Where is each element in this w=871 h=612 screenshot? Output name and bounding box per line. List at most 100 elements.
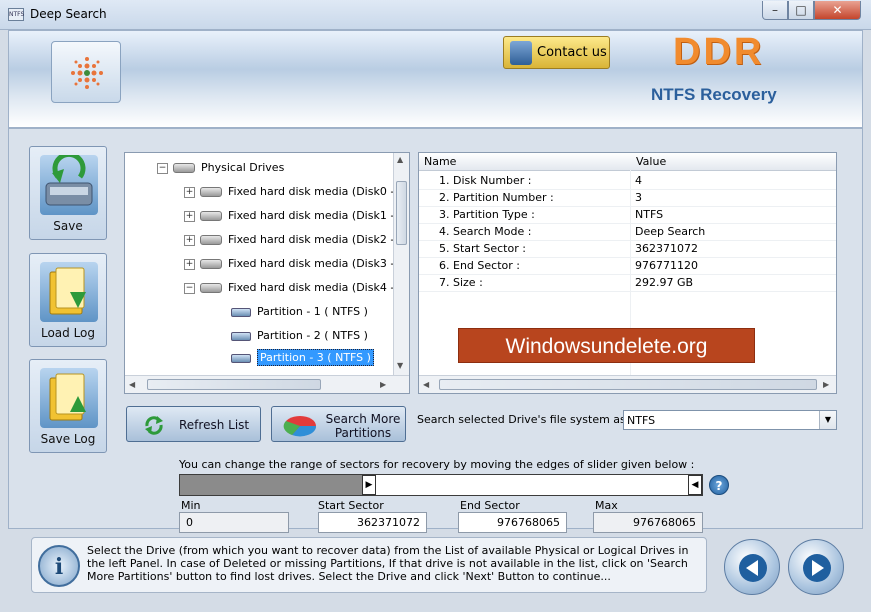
close-button[interactable]: ✕ (814, 1, 861, 20)
end-sector-field[interactable]: 976768065 (458, 512, 567, 533)
refresh-list-label: Refresh List (179, 418, 250, 432)
slider-end-handle[interactable]: ◀ (688, 475, 702, 495)
next-button[interactable] (788, 539, 844, 595)
save-label: Save (53, 219, 83, 233)
min-label: Min (181, 499, 201, 512)
tree-item-disk3[interactable]: + Fixed hard disk media (Disk3 - 931 (184, 257, 409, 270)
refresh-icon (145, 416, 163, 435)
filesystem-label: Search selected Drive's file system as: (417, 413, 630, 426)
folder-load-icon (40, 262, 98, 322)
search-more-partitions-button[interactable]: Search More Partitions (271, 406, 406, 442)
next-arrow-icon (803, 554, 831, 582)
scroll-thumb[interactable] (147, 379, 321, 390)
tree-horizontal-scrollbar[interactable]: ◀ ▶ (125, 375, 409, 393)
search-more-label-1: Search More (325, 412, 401, 426)
watermark-banner: Windowsundelete.org (458, 328, 755, 363)
scroll-down-icon[interactable]: ▼ (397, 361, 403, 370)
app-icon: NTFS (8, 8, 24, 21)
person-icon (510, 41, 532, 65)
tree-vertical-scrollbar[interactable]: ▲ ▼ (393, 153, 409, 375)
header-banner: Contact us DDR NTFS Recovery (8, 30, 863, 128)
selected-partition-label: Partition - 3 ( NTFS ) (257, 349, 374, 366)
tree-item-partition-2[interactable]: Partition - 2 ( NTFS ) (231, 329, 368, 342)
hard-disk-icon (200, 235, 222, 245)
table-row: 4. Search Mode : Deep Search (419, 223, 836, 241)
app-logo (51, 41, 121, 103)
brand-logo-text: DDR (673, 31, 765, 73)
minimize-button[interactable]: – (762, 1, 788, 20)
expand-icon[interactable]: + (184, 211, 195, 222)
scroll-left-icon[interactable]: ◀ (129, 380, 135, 389)
tree-root-physical-drives[interactable]: − Physical Drives (157, 161, 284, 174)
filesystem-select[interactable]: NTFS ▼ (623, 410, 837, 430)
hard-disk-icon (200, 283, 222, 293)
tree-item-disk0[interactable]: + Fixed hard disk media (Disk0 - 1.8 (184, 185, 409, 198)
scroll-thumb[interactable] (396, 181, 407, 245)
drives-icon (173, 163, 195, 173)
refresh-list-button[interactable]: Refresh List (126, 406, 261, 442)
drive-tree[interactable]: − Physical Drives + Fixed hard disk medi… (124, 152, 410, 394)
partition-icon (231, 353, 251, 363)
tree-item-partition-3[interactable]: Partition - 3 ( NTFS ) (231, 349, 374, 366)
column-header-name[interactable]: Name (419, 153, 637, 171)
partition-icon (231, 331, 251, 341)
title-bar (0, 0, 871, 30)
hard-disk-icon (200, 259, 222, 269)
tree-item-disk1[interactable]: + Fixed hard disk media (Disk1 - 931 (184, 209, 409, 222)
expand-icon[interactable]: + (184, 259, 195, 270)
hard-disk-icon (200, 211, 222, 221)
min-field: 0 (179, 512, 289, 533)
table-row: 5. Start Sector :362371072 (419, 240, 836, 258)
save-log-button[interactable]: Save Log (29, 359, 107, 453)
save-button[interactable]: Save (29, 146, 107, 240)
back-button[interactable] (724, 539, 780, 595)
contact-us-button[interactable]: Contact us (503, 36, 610, 69)
scroll-left-icon[interactable]: ◀ (423, 380, 429, 389)
expand-icon[interactable]: + (184, 235, 195, 246)
window-title: Deep Search (30, 7, 107, 21)
range-instruction: You can change the range of sectors for … (179, 458, 695, 471)
tree-item-disk4[interactable]: − Fixed hard disk media (Disk4 - 465 (184, 281, 409, 294)
details-horizontal-scrollbar[interactable]: ◀ ▶ (419, 375, 836, 393)
slider-excluded-range (180, 475, 362, 495)
slider-start-handle[interactable]: ▶ (362, 475, 376, 495)
folder-save-icon (40, 368, 98, 428)
scroll-thumb[interactable] (439, 379, 817, 390)
column-header-value[interactable]: Value (631, 153, 836, 171)
search-more-label-2: Partitions (334, 426, 392, 440)
load-log-button[interactable]: Load Log (29, 253, 107, 347)
table-row: 3. Partition Type : NTFS (419, 206, 836, 224)
end-sector-label: End Sector (460, 499, 520, 512)
tree-item-disk2[interactable]: + Fixed hard disk media (Disk2 - 2.7 (184, 233, 409, 246)
pie-chart-icon (283, 416, 317, 437)
disk-save-icon (40, 151, 98, 215)
filesystem-value: NTFS (627, 414, 656, 427)
logo-icon (71, 57, 103, 89)
collapse-icon[interactable]: − (157, 163, 168, 174)
start-sector-field[interactable]: 362371072 (318, 512, 427, 533)
product-name: NTFS Recovery (651, 85, 777, 104)
chevron-down-icon[interactable]: ▼ (819, 411, 836, 429)
partition-icon (231, 307, 251, 317)
expand-icon[interactable]: + (184, 187, 195, 198)
contact-us-label: Contact us (537, 45, 607, 60)
table-row: 6. End Sector :976771120 (419, 257, 836, 275)
table-row: 7. Size :292.97 GB (419, 274, 836, 292)
max-label: Max (595, 499, 618, 512)
load-log-label: Load Log (40, 326, 96, 340)
info-text: Select the Drive (from which you want to… (87, 544, 689, 583)
table-row: 1. Disk Number :4 (419, 172, 836, 190)
help-icon[interactable]: ? (709, 475, 729, 495)
scroll-up-icon[interactable]: ▲ (397, 155, 403, 164)
maximize-button[interactable]: □ (788, 1, 814, 20)
start-sector-label: Start Sector (318, 499, 384, 512)
scroll-right-icon[interactable]: ▶ (380, 380, 386, 389)
max-field: 976768065 (593, 512, 703, 533)
save-log-label: Save Log (40, 432, 96, 446)
info-icon: i (38, 545, 80, 587)
table-row: 2. Partition Number :3 (419, 189, 836, 207)
hard-disk-icon (200, 187, 222, 197)
collapse-icon[interactable]: − (184, 283, 195, 294)
scroll-right-icon[interactable]: ▶ (823, 380, 829, 389)
tree-item-partition-1[interactable]: Partition - 1 ( NTFS ) (231, 305, 368, 318)
